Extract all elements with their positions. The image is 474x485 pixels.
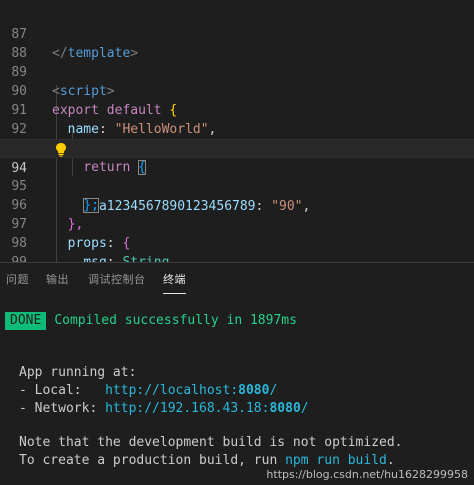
- code-line-92[interactable]: 92 data() {: [0, 101, 474, 156]
- tab-terminal[interactable]: 终端: [163, 271, 186, 294]
- code-editor[interactable]: 87 </template> 88 89 <script> 90 export …: [0, 0, 474, 262]
- panel-tabs: 问题 输出 调试控制台 终端: [0, 263, 474, 297]
- terminal-compiled-line: DONE Compiled successfully in 1897ms: [5, 312, 297, 330]
- code-line-95[interactable]: 95 };: [0, 158, 474, 213]
- line-number: 99: [0, 253, 27, 262]
- lightbulb-icon[interactable]: [54, 142, 68, 157]
- code-line-88[interactable]: 88: [0, 25, 474, 61]
- code-line-98[interactable]: 98 msg: String,: [0, 215, 474, 262]
- terminal[interactable]: DONE Compiled successfully in 1897ms App …: [0, 297, 474, 485]
- terminal-app-running: App running at:: [19, 365, 137, 380]
- code-line-91[interactable]: 91 name: "HelloWorld",: [0, 82, 474, 137]
- code-line-99[interactable]: 99 },: [0, 234, 474, 262]
- local-url-link[interactable]: http://localhost:8080/: [105, 383, 277, 398]
- tab-debug-console[interactable]: 调试控制台: [88, 271, 146, 287]
- code-line-89[interactable]: 89 <script>: [0, 44, 474, 99]
- tab-output[interactable]: 输出: [46, 271, 69, 287]
- tab-problems[interactable]: 问题: [6, 271, 29, 287]
- code-line-94[interactable]: 94 a1234567890123456789: "90",: [0, 139, 474, 214]
- npm-build-command: npm run build: [285, 453, 387, 468]
- code-line-96[interactable]: 96 },: [0, 177, 474, 232]
- code-line-87[interactable]: 87 </template>: [0, 6, 474, 61]
- code-line-97[interactable]: 97 props: {: [0, 196, 474, 251]
- bottom-panel: 问题 输出 调试控制台 终端 DONE Compiled successfully…: [0, 262, 474, 484]
- terminal-network-line: - Network: http://192.168.43.18:8080/: [19, 401, 309, 416]
- code-line-90[interactable]: 90 export default {: [0, 63, 474, 118]
- done-badge: DONE: [5, 312, 47, 330]
- watermark: https://blog.csdn.net/hu1628299958: [266, 468, 468, 481]
- terminal-note: Note that the development build is not o…: [19, 435, 403, 450]
- code-line-93[interactable]: 93 return {: [0, 120, 474, 175]
- network-url-link[interactable]: http://192.168.43.18:8080/: [105, 401, 309, 416]
- terminal-local-line: - Local: http://localhost:8080/: [19, 383, 278, 398]
